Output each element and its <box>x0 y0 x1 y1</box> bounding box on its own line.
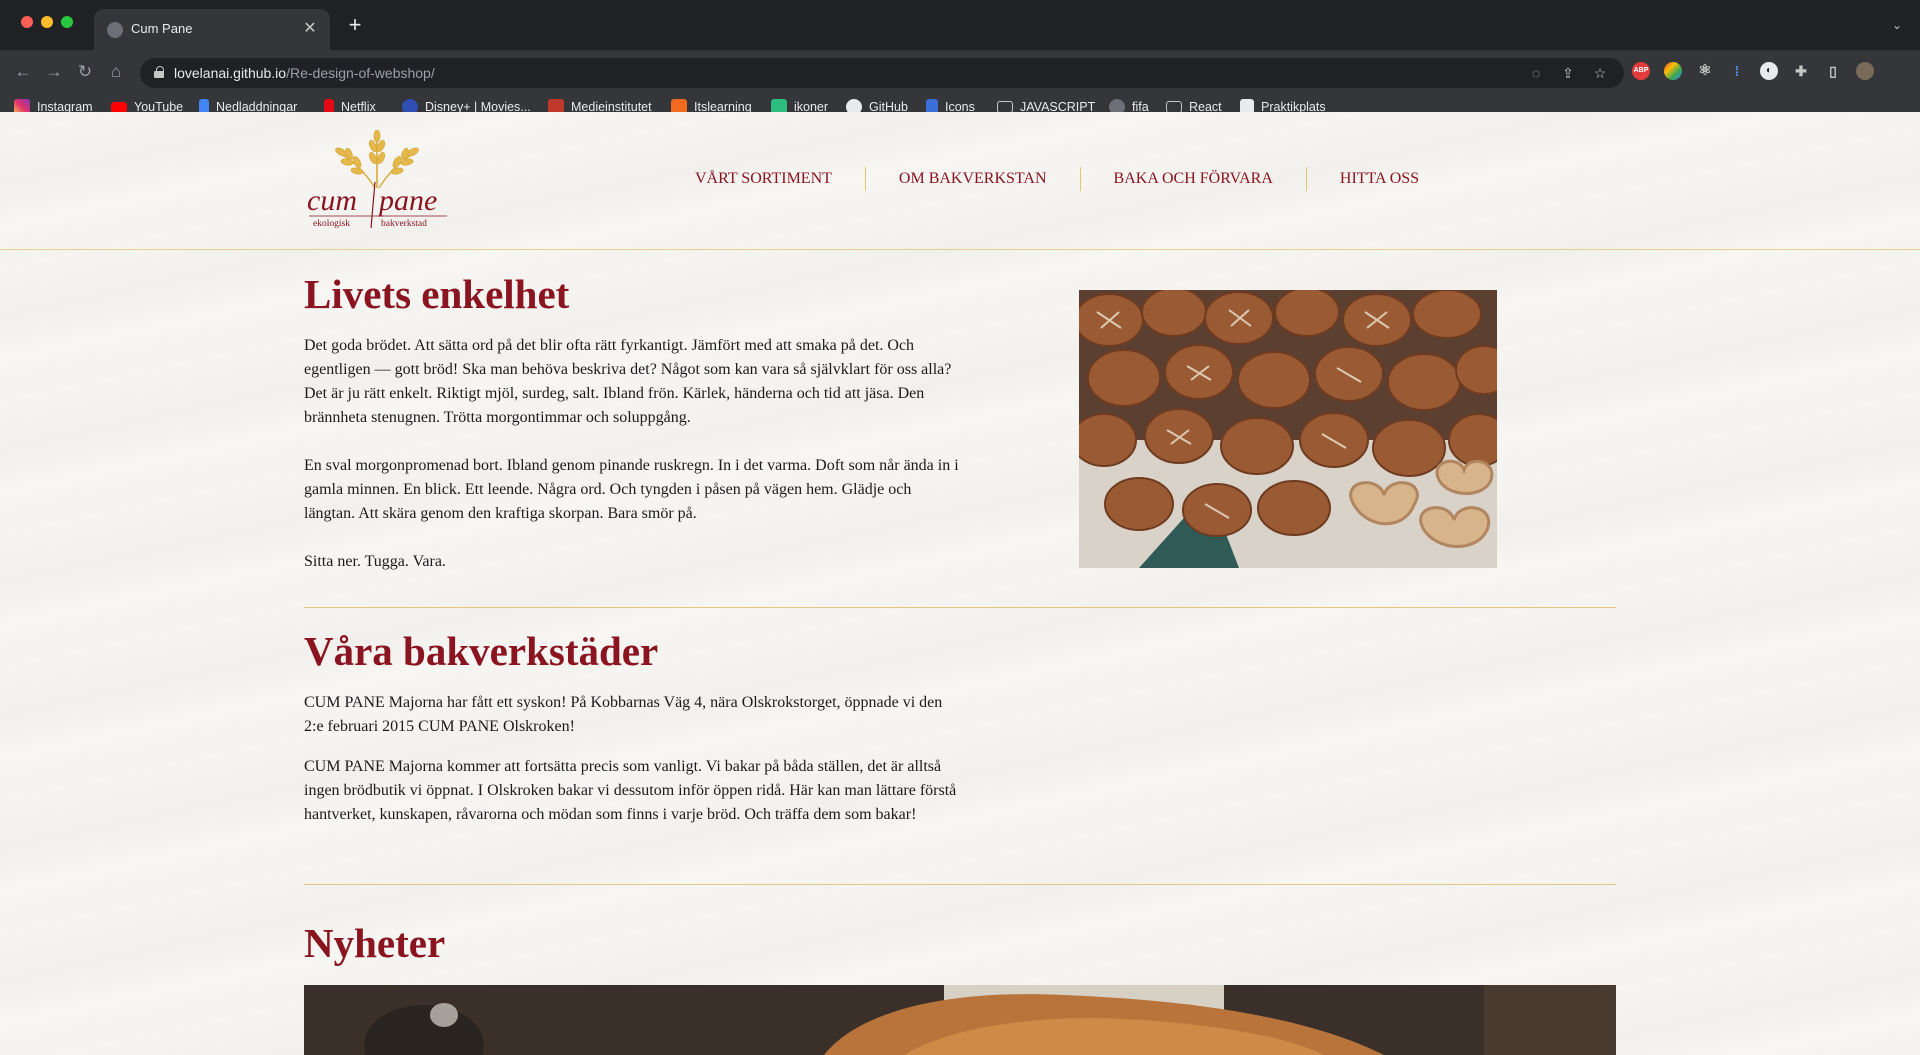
eye-off-icon[interactable]: ◌ <box>1527 64 1545 82</box>
logo-word-pane: pane <box>377 184 437 217</box>
dark-mode-extension-icon[interactable]: ◐ <box>1760 62 1778 80</box>
bread-photo <box>1079 290 1497 568</box>
new-tab-button[interactable]: + <box>342 13 368 39</box>
window-maximize-button[interactable] <box>61 16 73 28</box>
window-minimize-button[interactable] <box>41 16 53 28</box>
section-divider <box>304 884 1616 885</box>
react-devtools-icon[interactable]: ⚛ <box>1696 62 1714 80</box>
home-icon[interactable]: ⌂ <box>103 59 129 85</box>
news-section: Nyheter <box>304 919 1616 967</box>
forward-arrow-icon[interactable]: → <box>41 59 67 85</box>
globe-icon <box>107 22 123 38</box>
wheat-icon <box>335 130 419 189</box>
nav-link-baka-och-forvara[interactable]: BAKA OCH FÖRVARA <box>1079 167 1306 191</box>
sidebar-icon[interactable]: ▯ <box>1824 62 1842 80</box>
bars-extension-icon[interactable]: ⁞ <box>1728 62 1746 80</box>
adblock-extension-icon[interactable]: ABP <box>1632 62 1650 80</box>
youtube-icon <box>111 101 127 113</box>
bakeries-heading: Våra bakverkstäder <box>304 628 659 674</box>
nav-link-hitta-oss[interactable]: HITTA OSS <box>1305 167 1452 191</box>
section-divider <box>304 607 1616 608</box>
star-icon[interactable]: ☆ <box>1591 64 1609 82</box>
browser-tab-active[interactable]: Cum Pane ✕ <box>94 9 330 50</box>
site-logo[interactable]: cum pane ekologisk bakverkstad <box>303 130 451 230</box>
nav-link-om-bakverkstan[interactable]: OM BAKVERKSTAN <box>864 167 1080 191</box>
share-icon[interactable]: ⇪ <box>1559 64 1577 82</box>
color-picker-extension-icon[interactable] <box>1664 62 1682 80</box>
chevron-down-icon[interactable]: ⌄ <box>1888 16 1906 34</box>
close-icon[interactable]: ✕ <box>300 19 320 39</box>
nav-link-sortiment[interactable]: VÅRT SORTIMENT <box>662 167 865 191</box>
site-header: cum pane ekologisk bakverkstad VÅRT SORT… <box>0 112 1920 250</box>
back-arrow-icon[interactable]: ← <box>10 59 36 85</box>
news-photo <box>304 985 1616 1055</box>
news-heading: Nyheter <box>304 920 446 966</box>
logo-subtitle-right: bakverkstad <box>381 219 427 229</box>
address-bar[interactable]: lovelanai.github.io/Re-design-of-webshop… <box>140 58 1624 88</box>
window-close-button[interactable] <box>21 16 33 28</box>
puzzle-icon[interactable]: ✚ <box>1792 62 1810 80</box>
browser-tab-strip: Cum Pane ✕ + ⌄ <box>0 0 1920 50</box>
logo-divider <box>370 181 376 229</box>
web-page: cum pane ekologisk bakverkstad VÅRT SORT… <box>0 112 1920 1055</box>
logo-word-cum: cum <box>307 184 357 217</box>
intro-paragraph: Sitta ner. Tugga. Vara. <box>304 553 446 570</box>
logo-subtitle-left: ekologisk <box>313 219 350 229</box>
lock-icon <box>154 66 164 78</box>
url-text[interactable]: lovelanai.github.io/Re-design-of-webshop… <box>174 65 435 81</box>
bakeries-paragraph: CUM PANE Majorna kommer att fortsätta pr… <box>304 758 957 823</box>
intro-paragraph: En sval morgonpromenad bort. Ibland geno… <box>304 457 959 522</box>
bakeries-paragraph: CUM PANE Majorna har fått ett syskon! På… <box>304 694 943 735</box>
bakeries-section: Våra bakverkstäder CUM PANE Majorna har … <box>304 627 1616 827</box>
tab-title: Cum Pane <box>131 21 193 36</box>
avatar[interactable] <box>1856 62 1874 80</box>
reload-icon[interactable]: ↻ <box>72 59 98 85</box>
intro-paragraph: Det goda brödet. Att sätta ord på det bl… <box>304 337 952 426</box>
main-navigation: VÅRT SORTIMENT OM BAKVERKSTAN BAKA OCH F… <box>662 167 1452 191</box>
